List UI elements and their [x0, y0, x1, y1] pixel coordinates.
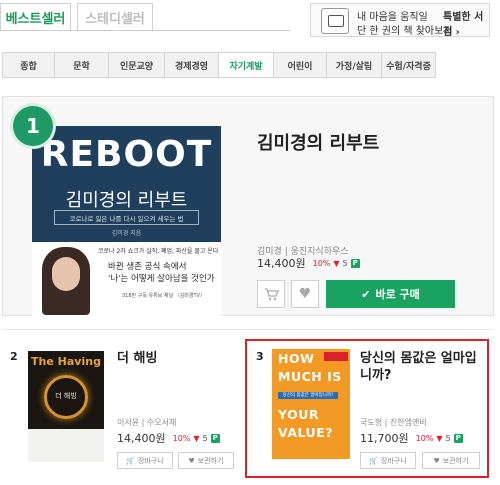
book-title[interactable]: 김미경의 리부트 [257, 129, 379, 155]
points: 5 [342, 258, 348, 268]
discount-rate: 10% [172, 433, 191, 443]
author-photo [42, 247, 90, 315]
cover-blurb-1: 코로나 2차 쇼크가 실직, 폐업, 파산을 몰고 온다 [98, 248, 219, 255]
category-tab-literature[interactable]: 문학 [55, 53, 109, 77]
down-arrow-icon: ▼ [193, 433, 200, 443]
buy-now-label: 바로 구매 [375, 288, 420, 301]
category-tab-business[interactable]: 경제경영 [165, 53, 219, 77]
category-tab-home[interactable]: 가정/살림 [327, 53, 382, 77]
down-arrow-icon: ▼ [333, 258, 340, 268]
rank-number-2: 2 [10, 350, 18, 363]
book-cover-the-having[interactable]: The Having 더 해빙 [28, 351, 104, 462]
book-title[interactable]: 더 해빙 [117, 350, 157, 367]
banner-text-2: 단 한 권의 책 찾아보기 [357, 26, 453, 37]
cart-icon [264, 287, 279, 300]
cart-label: 장바구니 [137, 456, 164, 465]
cover-subtitle: 김미경의 리부트 [65, 190, 188, 211]
check-icon: ✔ [361, 287, 371, 301]
cover-title: REBOOT [40, 134, 213, 175]
cover-tagline: 코로나로 잃은 나를 다시 일으켜 세우는 법 [54, 210, 199, 225]
cover-blurb-3: '나'는 어떻게 살아남을 것인가 [108, 274, 215, 284]
category-tab-self-help[interactable]: 자기계발 [219, 53, 274, 77]
cart-icon: 🛒 [126, 456, 135, 465]
heart-icon: ♥ [298, 286, 312, 302]
category-tab-all[interactable]: 종합 [3, 53, 55, 77]
cart-button[interactable] [257, 280, 285, 308]
wishlist-button[interactable]: ♥ [291, 280, 319, 308]
discount-rate: 10% [312, 258, 331, 268]
banner-text-1: 내 마음을 움직일 [357, 12, 428, 23]
points: 5 [202, 433, 208, 443]
section-divider [2, 329, 494, 330]
category-tab-exam[interactable]: 수험/자격증 [382, 53, 435, 77]
price-row: 14,400원 10% ▼ 5 P [117, 430, 220, 446]
book-stand-icon [321, 8, 349, 34]
cover-subtitle: 더 해빙 [55, 392, 77, 400]
category-tab-humanities[interactable]: 인문교양 [109, 53, 165, 77]
points-icon: P [210, 433, 220, 443]
add-to-cart-button[interactable]: 🛒 장바구니 [117, 452, 173, 469]
tab-steadyseller[interactable]: 스테디셀러 [77, 3, 153, 31]
special-bookstore-banner[interactable]: 내 마음을 움직일 단 한 권의 책 찾아보기 특별한 서점 › [310, 3, 490, 38]
category-tabs: 종합 문학 인문교양 경제경영 자기계발 어린이 가정/살림 수험/자격증 [2, 52, 436, 78]
wishlist-label: 보관하기 [197, 456, 224, 465]
buy-now-button[interactable]: ✔ 바로 구매 [326, 280, 455, 308]
cover-blurb-2: 바뀐 생존 공식 속에서 [108, 262, 187, 272]
price: 14,400원 [257, 257, 306, 270]
book-author-publisher: 이서윤 | 수오서재 [117, 418, 177, 427]
banner-link[interactable]: 특별한 서점 › [443, 8, 489, 38]
cover-author: 김미경 지음 [111, 230, 142, 237]
highlight-box [245, 339, 489, 478]
book-cover-reboot[interactable]: REBOOT 김미경의 리부트 코로나로 잃은 나를 다시 일으켜 세우는 법 … [32, 126, 221, 317]
wishlist-button[interactable]: ♥ 보관하기 [178, 452, 234, 469]
price: 14,400원 [117, 432, 166, 445]
featured-book-card: REBOOT 김미경의 리부트 코로나로 잃은 나를 다시 일으켜 세우는 법 … [2, 96, 494, 317]
cover-lower-panel: 코로나 2차 쇼크가 실직, 폐업, 파산을 몰고 온다 바뀐 생존 공식 속에… [32, 242, 221, 317]
price-row: 14,400원 10% ▼ 5 P [257, 255, 360, 271]
heart-icon: ♥ [188, 456, 195, 465]
cover-blurb-4: 318만 구독 유튜브 채널 〈김미경TV〉 [122, 293, 205, 299]
cover-title: The Having [31, 355, 101, 368]
rank-badge: 1 [13, 106, 53, 146]
tab-bestseller[interactable]: 베스트셀러 [0, 3, 71, 31]
category-tab-children[interactable]: 어린이 [274, 53, 327, 77]
points-icon: P [350, 258, 360, 268]
cover-lower-panel [28, 429, 104, 462]
tab-underline [0, 30, 290, 31]
